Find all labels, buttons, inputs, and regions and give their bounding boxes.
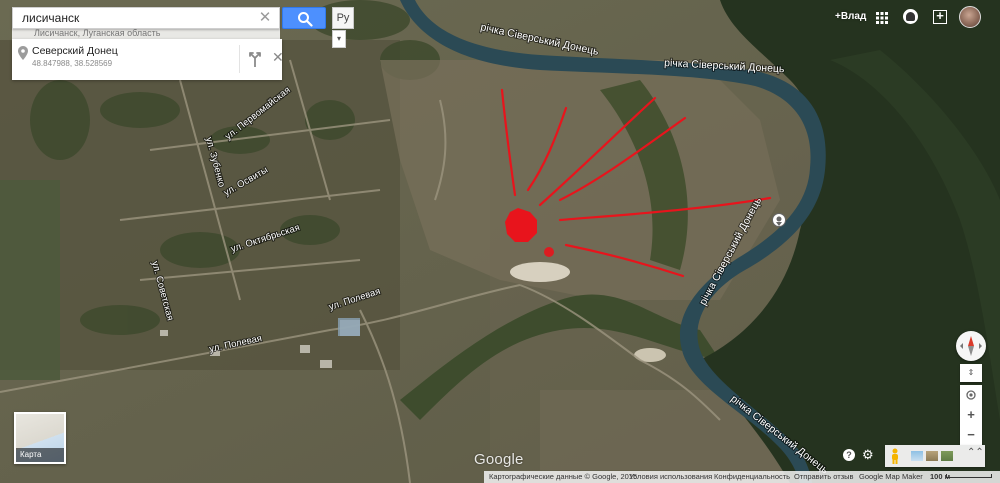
directions-icon[interactable] xyxy=(248,51,262,67)
minimap-label: Карта xyxy=(16,448,64,462)
street-view-tray: ⌃⌃ xyxy=(885,445,985,467)
search-icon xyxy=(298,12,313,27)
search-input[interactable] xyxy=(13,8,253,28)
location-pin-icon xyxy=(18,46,28,60)
place-card[interactable]: Северский Донец 48.847988, 38.528569 ✕ xyxy=(12,39,284,80)
apps-grid-icon[interactable] xyxy=(876,12,888,24)
footer-bar: Картографические данные © Google, 2015 У… xyxy=(484,471,1000,483)
sand-patch xyxy=(510,262,570,282)
left-field-west xyxy=(0,180,60,380)
help-icon[interactable]: ? xyxy=(843,449,855,461)
zoom-controls: + − xyxy=(960,385,982,445)
suggestion-text: Лисичанск, Луганская область xyxy=(34,29,161,38)
zoom-out-button[interactable]: − xyxy=(960,425,982,445)
language-toggle-button[interactable]: Ру xyxy=(332,7,354,29)
place-marker-icon[interactable] xyxy=(772,213,786,227)
notifications-icon[interactable] xyxy=(903,9,918,24)
send-feedback-link[interactable]: Отправить отзыв xyxy=(794,471,854,483)
imagery-thumbnail[interactable] xyxy=(926,451,938,461)
compass-control[interactable] xyxy=(956,331,986,361)
scale-bar xyxy=(946,474,992,478)
expand-panel-button[interactable]: ▾ xyxy=(332,30,346,48)
search-box[interactable]: ✕ xyxy=(12,7,280,29)
google-plus-user-link[interactable]: +Влад xyxy=(835,11,866,22)
clear-search-icon[interactable]: ✕ xyxy=(257,10,273,26)
close-card-icon[interactable]: ✕ xyxy=(272,49,284,65)
search-button[interactable] xyxy=(282,7,326,29)
avatar[interactable] xyxy=(959,6,981,28)
pegman-icon[interactable] xyxy=(890,448,900,464)
compass-icon xyxy=(960,336,982,356)
annotation-dot xyxy=(544,247,554,257)
place-name: Северский Донец xyxy=(32,45,118,57)
map-type-switcher[interactable]: Карта xyxy=(14,412,66,464)
share-plus-icon[interactable]: + xyxy=(933,9,947,24)
my-location-icon xyxy=(966,390,976,400)
imagery-thumbnail[interactable] xyxy=(941,451,953,461)
my-location-button[interactable] xyxy=(960,385,982,405)
settings-gear-icon[interactable]: ⚙ xyxy=(862,448,874,462)
search-suggestion[interactable]: Лисичанск, Луганская область xyxy=(12,29,280,39)
map-data-attribution: Картографические данные © Google, 2015 xyxy=(489,472,638,481)
zoom-in-button[interactable]: + xyxy=(960,405,982,425)
map-maker-link[interactable]: Google Map Maker xyxy=(859,471,923,483)
divider xyxy=(239,45,240,73)
imagery-thumbnail[interactable] xyxy=(911,451,923,461)
terms-link[interactable]: Условия использования xyxy=(629,471,712,483)
google-logo: Google xyxy=(474,451,524,468)
tilt-toggle-button[interactable]: ⇕ xyxy=(960,364,982,382)
building-blue-roof xyxy=(338,318,360,336)
expand-tray-icon[interactable]: ⌃⌃ xyxy=(967,448,984,458)
bell-shape xyxy=(906,12,915,21)
place-coordinates: 48.847988, 38.528569 xyxy=(32,59,113,68)
privacy-link[interactable]: Конфиденциальность xyxy=(714,471,790,483)
